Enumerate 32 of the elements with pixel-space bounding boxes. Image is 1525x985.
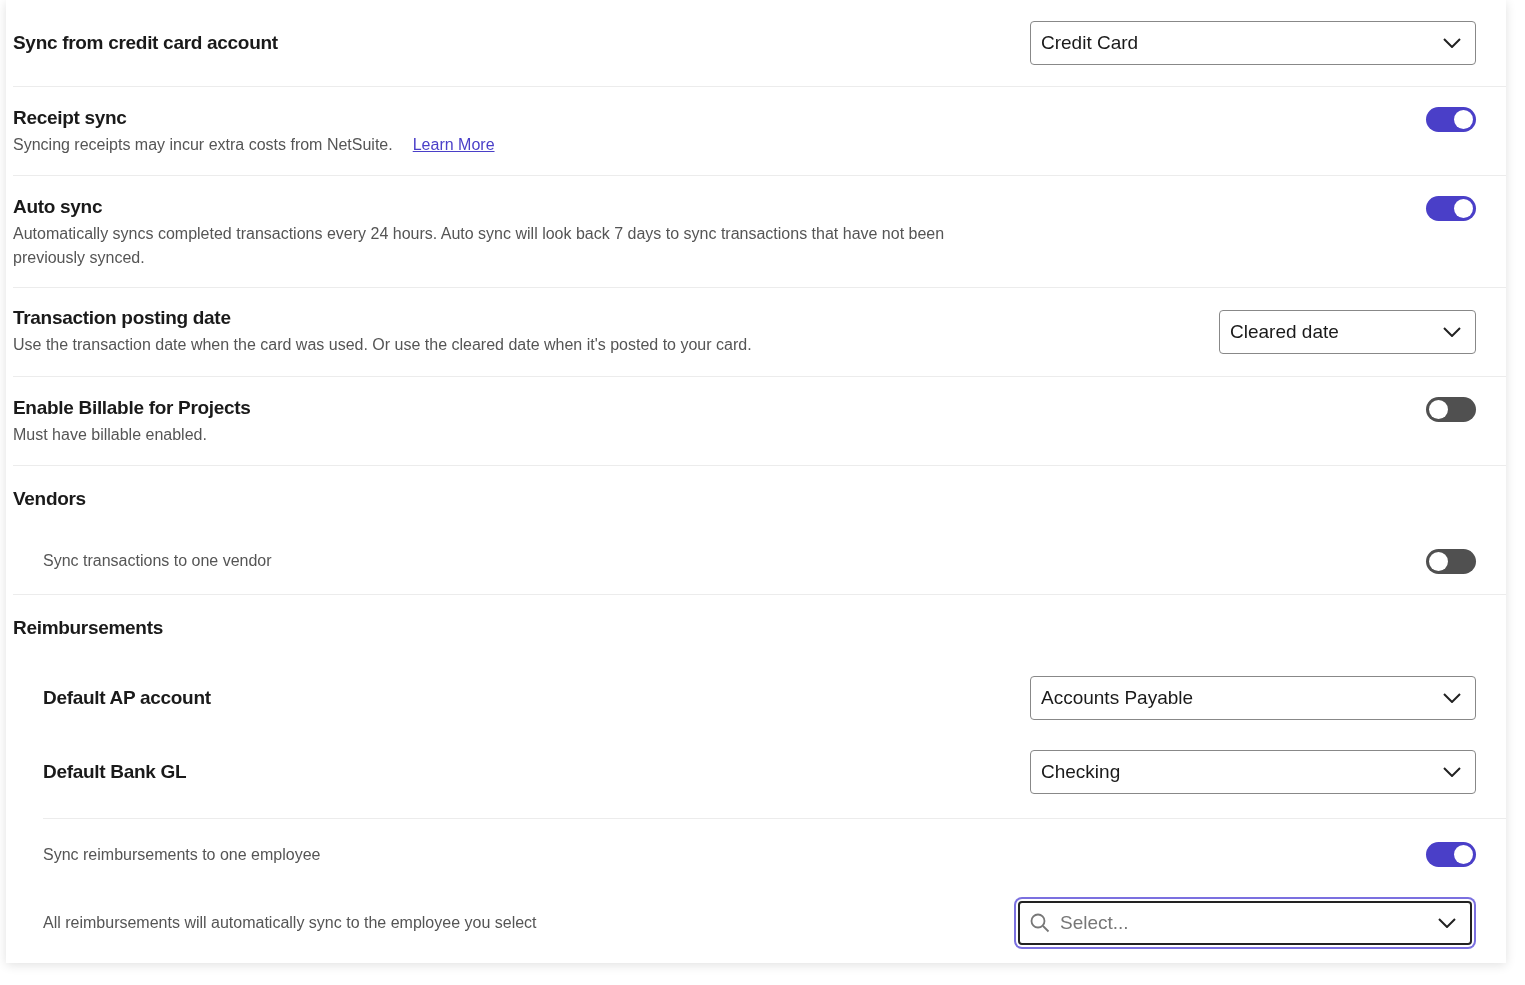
option-label: Sync transactions to one vendor (43, 552, 272, 570)
section-title: Reimbursements (13, 617, 163, 639)
select-dropdown[interactable]: Accounts Payable (1030, 676, 1476, 720)
setting-description: Use the transaction date when the card was used. Or use the cleared date when it's posted to your card. (13, 335, 752, 355)
setting-description: Automatically syncs completed transactions every 24 hours. Auto sync will look back 7 days to sync transactions that have not been previously synced. (13, 224, 946, 268)
setting-title: Sync from credit card account (13, 32, 278, 54)
setting-description: Must have billable enabled. (13, 425, 208, 445)
chevron-down-icon (1443, 693, 1461, 703)
setting-title: Default AP account (43, 687, 211, 709)
toggle-switch[interactable] (1426, 397, 1476, 422)
setting-title: Enable Billable for Projects (13, 397, 251, 419)
toggle-switch[interactable] (1426, 548, 1476, 574)
chevron-down-icon (1443, 767, 1461, 777)
select-dropdown[interactable]: Cleared date (1219, 310, 1476, 354)
option-label: All reimbursements will automatically sync to the employee you select (43, 914, 537, 932)
setting-description: Syncing receipts may incur extra costs from NetSuite. (13, 135, 393, 155)
chevron-down-icon (1438, 918, 1456, 928)
learn-more-link[interactable]: Learn More (412, 136, 495, 154)
setting-title: Transaction posting date (13, 307, 232, 329)
option-label: Sync reimbursements to one employee (43, 845, 321, 864)
search-icon (1030, 913, 1050, 933)
toggle-switch[interactable] (1426, 196, 1476, 221)
toggle-switch[interactable] (1426, 842, 1476, 867)
setting-title: Receipt sync (13, 107, 128, 129)
select-dropdown[interactable]: Credit Card (1030, 21, 1476, 65)
section-title: Vendors (13, 488, 86, 510)
toggle-switch[interactable] (1426, 107, 1476, 132)
setting-title: Default Bank GL (43, 761, 187, 783)
setting-title: Auto sync (13, 196, 104, 218)
chevron-down-icon (1443, 38, 1461, 48)
chevron-down-icon (1443, 327, 1461, 337)
select-dropdown[interactable]: Checking (1030, 750, 1476, 794)
